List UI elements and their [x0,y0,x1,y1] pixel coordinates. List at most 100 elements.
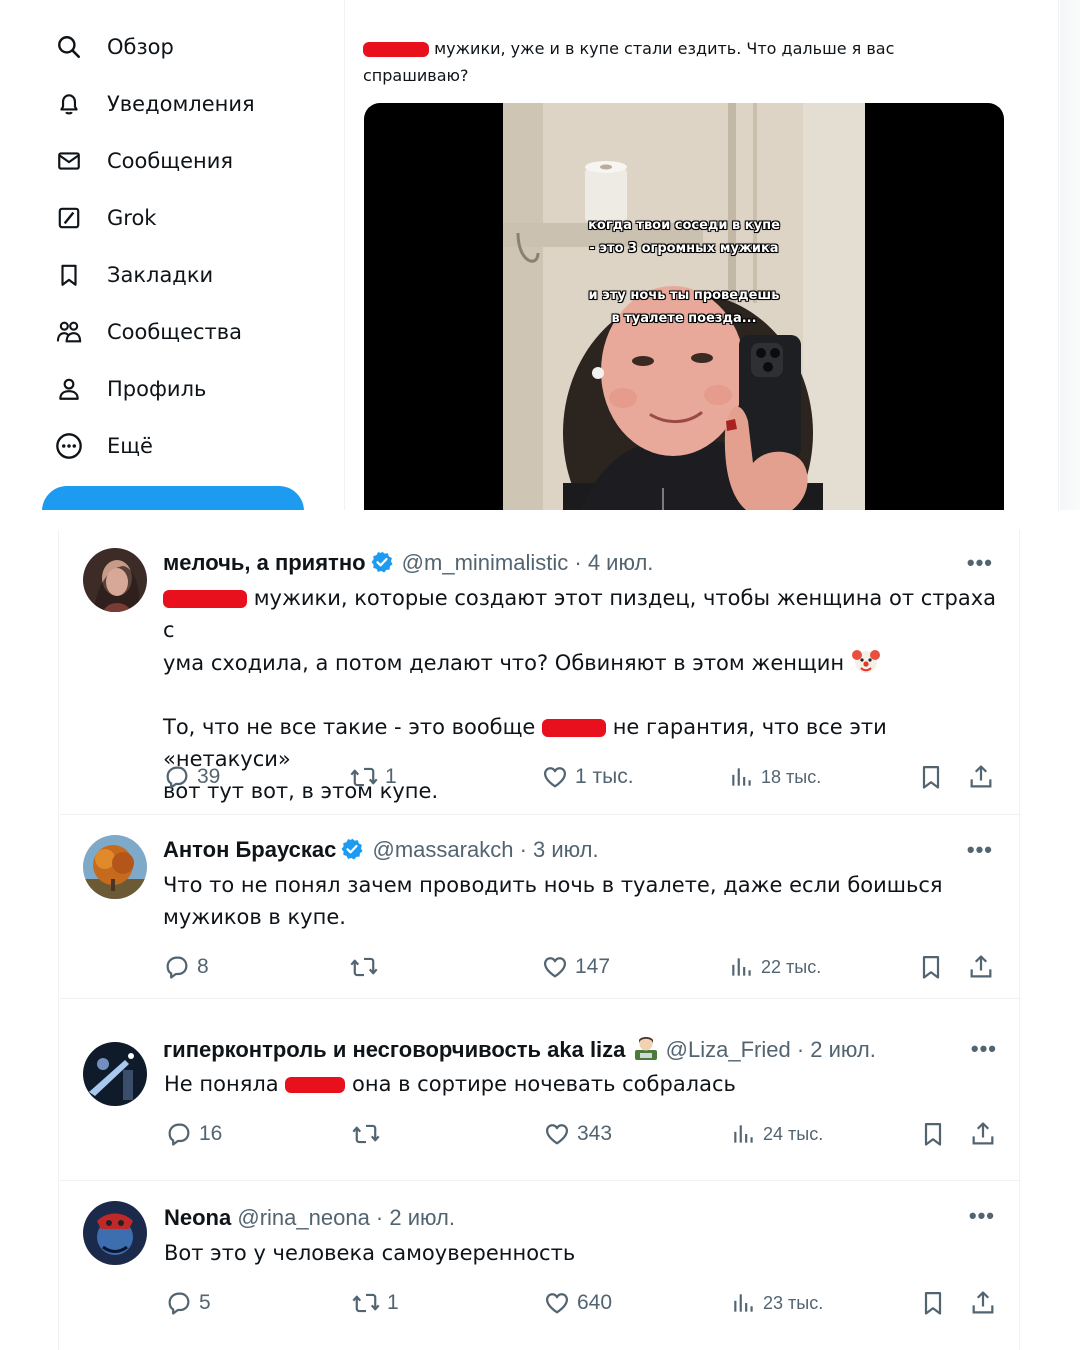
views-button[interactable]: 23 тыс. [731,1289,823,1317]
reply-button[interactable]: 39 [163,763,220,791]
bookmark-icon [54,260,84,290]
avatar[interactable] [83,548,147,612]
sidebar-nav: Обзор Уведомления Сообщения Grok Закладк… [40,18,340,474]
share-icon [972,1291,994,1314]
view-count: 22 тыс. [761,956,822,977]
sidebar-item-grok[interactable]: Grok [40,189,340,246]
bookmark-icon [924,1122,942,1146]
like-count: 343 [577,1122,613,1145]
views-button[interactable]: 24 тыс. [731,1120,823,1148]
video-player[interactable]: когда твои соседи в купе - это 3 огромны… [364,103,1004,510]
sidebar-item-label: Закладки [107,262,214,287]
avatar[interactable] [83,835,147,899]
bookmark-button[interactable] [919,1120,947,1148]
views-button[interactable]: 22 тыс. [729,953,821,981]
share-button[interactable] [967,953,995,981]
reply-count: 16 [199,1122,223,1145]
display-name[interactable]: Neona [164,1205,231,1230]
views-icon [734,1125,753,1143]
user-handle[interactable]: @Liza_Fried [666,1037,791,1062]
sidebar-item-label: Обзор [107,34,174,59]
like-button[interactable]: 147 [541,953,610,981]
sidebar-item-label: Сообщения [107,148,234,173]
post-text-line: спрашиваю? [363,66,469,85]
like-button[interactable]: 1 тыс. [541,763,634,791]
tweet-header: Neona @rina_neona · 2 июл. [164,1203,455,1233]
reply-tweet[interactable]: мелочь, а приятно @m_minimalistic · 4 ию… [59,530,1021,813]
column-divider [344,0,345,510]
sidebar-item-label: Grok [107,205,157,230]
reply-button[interactable]: 5 [165,1289,211,1317]
redaction-mark [363,42,429,57]
more-options-icon[interactable]: ••• [967,837,993,863]
tweet-date[interactable]: 2 июл. [810,1037,876,1062]
user-handle[interactable]: @rina_neona [237,1205,369,1230]
user-handle[interactable]: @massarakch [373,837,514,862]
tweet-date[interactable]: 3 июл. [533,837,599,862]
tweet-date[interactable]: 2 июл. [389,1205,455,1230]
display-name[interactable]: Антон Браускас [163,837,336,862]
sidebar-item-more[interactable]: Ещё [40,417,340,474]
reply-button[interactable]: 8 [163,953,209,981]
user-handle[interactable]: @m_minimalistic [402,550,569,575]
reply-icon [166,766,188,789]
reply-tweet[interactable]: Антон Браускас @massarakch · 3 июл. ••• … [59,815,1021,1000]
reply-icon [168,1292,190,1315]
video-caption-line: когда твои соседи в купе [588,218,780,233]
tweet-text-line: мужики, которые создают этот пиздец, что… [163,586,996,642]
right-edge-shade [1060,0,1080,510]
more-options-icon[interactable]: ••• [971,1036,997,1062]
reply-icon [166,956,188,979]
sidebar-item-notifications[interactable]: Уведомления [40,75,340,132]
display-name[interactable]: гиперконтроль и несговорчивость aka liza [163,1037,625,1062]
reply-tweet[interactable]: гиперконтроль и несговорчивость aka liza… [59,1020,1021,1180]
share-icon [972,1122,994,1145]
tweet-actions: 39 1 1 тыс. 18 тыс. [163,763,1003,793]
grok-icon [54,203,84,233]
repost-button[interactable] [351,1120,387,1148]
repost-button[interactable]: 1 [349,763,397,791]
avatar[interactable] [83,1042,147,1106]
avatar[interactable] [83,1201,147,1265]
heart-icon [545,1124,569,1145]
tweet-date[interactable]: 4 июл. [588,550,654,575]
verified-badge-icon [341,838,363,860]
more-options-icon[interactable]: ••• [969,1203,995,1229]
reply-tweet[interactable]: Neona @rina_neona · 2 июл. ••• Вот это у… [59,1181,1021,1350]
reply-button[interactable]: 16 [165,1120,222,1148]
share-button[interactable] [967,763,995,791]
like-button[interactable]: 343 [543,1120,612,1148]
post-button[interactable] [42,486,304,510]
repost-button[interactable]: 1 [351,1289,399,1317]
tweet-text: Не поняла она в сортире ночевать собрала… [164,1068,1004,1100]
display-name[interactable]: мелочь, а приятно [163,550,366,575]
sidebar-item-messages[interactable]: Сообщения [40,132,340,189]
bookmark-button[interactable] [919,1289,947,1317]
like-button[interactable]: 640 [543,1289,612,1317]
tweet-header: Антон Браускас @massarakch · 3 июл. [163,835,599,865]
top-screenshot: Обзор Уведомления Сообщения Grok Закладк… [0,0,1080,510]
repost-count: 1 [387,1291,399,1314]
sidebar-item-profile[interactable]: Профиль [40,360,340,417]
views-button[interactable]: 18 тыс. [729,763,821,791]
redaction-mark [542,719,607,737]
view-count: 23 тыс. [763,1292,824,1313]
bookmark-icon [922,765,940,789]
repost-count: 1 [385,765,397,788]
more-options-icon[interactable]: ••• [967,550,993,576]
sidebar-item-bookmarks[interactable]: Закладки [40,246,340,303]
sidebar-item-communities[interactable]: Сообщества [40,303,340,360]
bookmark-button[interactable] [917,763,945,791]
tweet-header: мелочь, а приятно @m_minimalistic · 4 ию… [163,548,653,578]
person-icon [54,374,84,404]
sidebar-item-label: Сообщества [107,319,243,344]
share-button[interactable] [969,1120,997,1148]
redaction-mark [285,1077,346,1093]
envelope-icon [54,146,84,176]
search-icon [54,32,84,62]
bookmark-button[interactable] [917,953,945,981]
sidebar-item-explore[interactable]: Обзор [40,18,340,75]
tweet-text-line: Вот это у человека самоуверенность [164,1241,576,1265]
repost-button[interactable] [349,953,385,981]
share-button[interactable] [969,1289,997,1317]
